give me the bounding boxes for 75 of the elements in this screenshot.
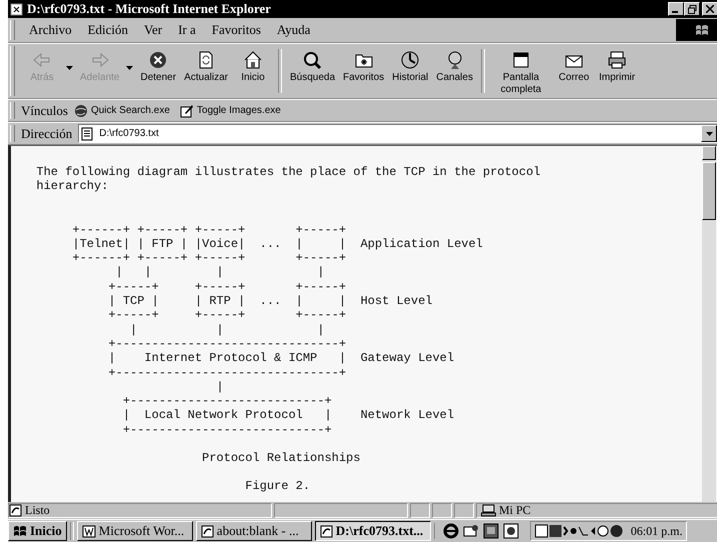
scrollbar[interactable] [702, 146, 716, 502]
menu-item[interactable]: Archivo [21, 22, 80, 38]
document-text-line: | Internet Protocol & ICMP | Gateway Level [107, 351, 456, 366]
document-text-line: | | | | [114, 265, 326, 280]
link-button[interactable]: Quick Search.exe [74, 104, 170, 118]
toolbar-button[interactable]: Detener [136, 50, 180, 84]
browser-e-icon[interactable] [442, 523, 459, 539]
window-icon [510, 50, 531, 70]
close-button[interactable] [702, 2, 717, 16]
document-text-line: +------+ +-----+ +-----+ +-----+ [71, 222, 348, 237]
page-icon [9, 504, 22, 517]
toolbar-button[interactable]: Búsqueda [286, 50, 340, 84]
clock: 06:01 p.m. [630, 524, 682, 538]
start-button[interactable]: Inicio [8, 521, 67, 541]
document-text-line: | | | [129, 322, 326, 337]
zone-text: Mi PC [499, 503, 531, 518]
desktop-icon[interactable] [482, 523, 499, 539]
close-icon [706, 5, 714, 13]
document-text-line: +-----+ +-----+ +-----+ [107, 308, 348, 323]
links-label: Vínculos [21, 102, 68, 118]
document-text-line: Protocol Relationships [201, 451, 362, 466]
back-arrow-icon [32, 50, 52, 70]
toolbar-button[interactable]: Historial [388, 50, 432, 84]
maximize-button[interactable] [684, 2, 700, 16]
taskbar-button[interactable]: about:blank - ... [196, 521, 312, 541]
computer-icon [481, 504, 496, 517]
taskbar-button[interactable]: Microsoft Wor... [76, 521, 193, 541]
globe-icon [74, 104, 88, 118]
restore-icon [688, 4, 696, 14]
printer-icon [607, 50, 628, 70]
address-label: Dirección [21, 126, 72, 142]
menu-item[interactable]: Ir a [170, 22, 204, 38]
document-text-line: The following diagram illustrates the place of the TCP in the protocol [35, 165, 542, 180]
text-file-icon [81, 126, 94, 140]
link-button[interactable]: Toggle Images.exe [180, 104, 281, 118]
history-icon [400, 50, 420, 70]
document-text-line: | [215, 380, 225, 394]
stop-icon [148, 50, 168, 70]
document-text-line: +-----+ +-----+ +-----+ [107, 280, 348, 294]
menu-item[interactable]: Favoritos [204, 22, 269, 38]
page-icon [320, 524, 333, 538]
document-text-line: +---------------------------+ [122, 422, 333, 438]
menu-item[interactable]: Ver [136, 22, 170, 38]
toolbar-button[interactable]: Favoritos [339, 50, 388, 84]
forward-arrow-icon [90, 50, 110, 70]
search-icon [302, 50, 322, 70]
status-text: Listo [25, 503, 50, 518]
document-text-line: | TCP | | RTP | ... | | Host Level [107, 294, 434, 308]
document-text-line: +-------------------------------+ [107, 366, 348, 380]
address-field[interactable]: D:\rfc0793.txt [78, 124, 717, 143]
status-pane [410, 503, 430, 518]
house-icon [242, 50, 263, 70]
toolbar-button[interactable]: Imprimir [594, 50, 640, 84]
toolbar-button[interactable]: Canales [432, 50, 477, 84]
toolbar-button[interactable]: Pantalla completa [488, 50, 553, 96]
document-text-line: +-------------------------------+ [107, 336, 348, 352]
menu-item[interactable]: Edición [80, 22, 136, 38]
page-icon [200, 524, 214, 538]
status-pane [432, 503, 452, 518]
window-title: D:\rfc0793.txt - Microsoft Internet Explorer [27, 1, 271, 17]
toolbar-button[interactable]: Actualizar [180, 50, 232, 84]
document-text-line: Figure 2. [244, 479, 312, 494]
document-text-line: | Local Network Protocol | Network Level [122, 408, 456, 423]
pencil-page-icon [180, 104, 194, 118]
document-text-line: |Telnet| | FTP | |Voice| ... | | Application Level [71, 236, 484, 252]
minimize-button[interactable] [668, 2, 684, 16]
toolbar-button[interactable]: Inicio [232, 50, 274, 84]
word-document-icon [82, 524, 96, 538]
menu-item[interactable]: Ayuda [268, 22, 318, 38]
document-text-line: +---------------------------+ [122, 394, 333, 408]
status-pane [454, 503, 474, 518]
toolbar-button[interactable]: Correo [552, 50, 595, 84]
taskbar-button[interactable]: D:\rfc0793.txt... [314, 521, 431, 541]
document-text-line: hierarchy: [35, 179, 110, 194]
document-text-line: +------+ +-----+ +-----+ +-----+ [71, 251, 348, 266]
